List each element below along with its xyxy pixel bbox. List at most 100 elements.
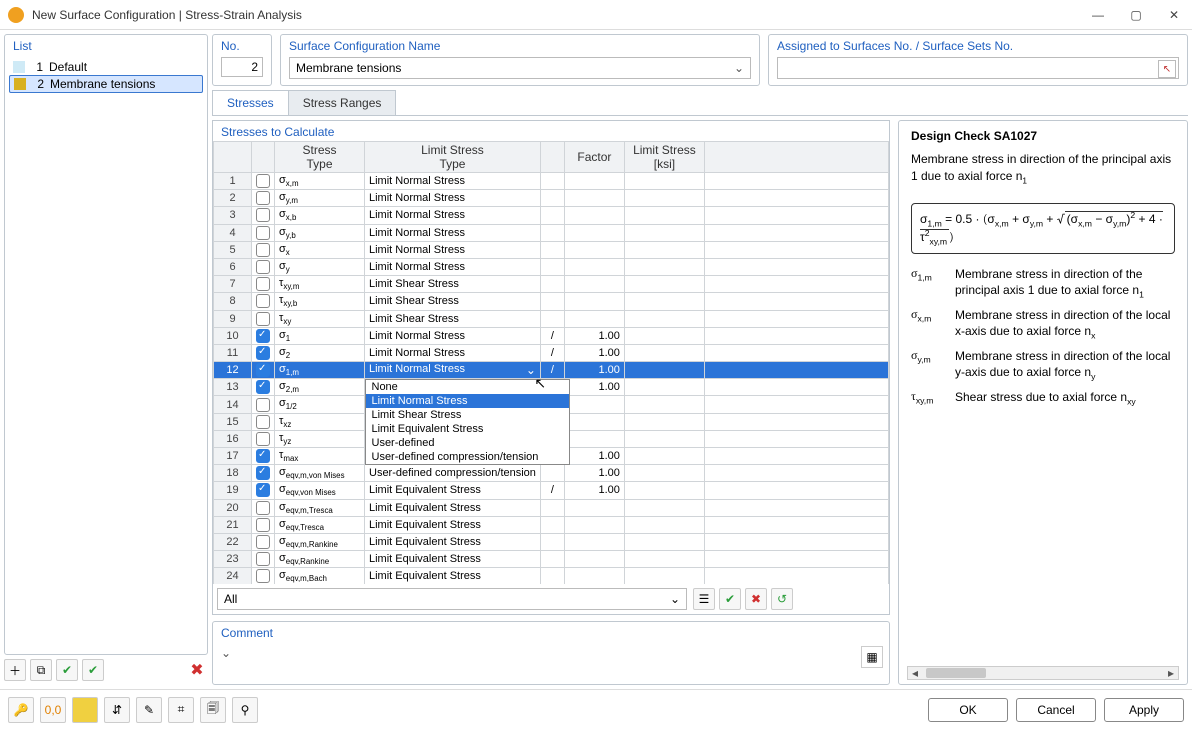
ksi-cell[interactable] bbox=[624, 551, 704, 568]
limit-stress-type-cell[interactable]: Limit Equivalent Stress bbox=[365, 499, 541, 516]
name-combo[interactable]: Membrane tensions ⌄ bbox=[289, 57, 751, 79]
row-checkbox[interactable] bbox=[256, 483, 270, 497]
ksi-cell[interactable] bbox=[624, 310, 704, 327]
table-row[interactable]: 11 σ2 Limit Normal Stress / 1.00 bbox=[214, 344, 889, 361]
ksi-cell[interactable] bbox=[624, 448, 704, 465]
table-row[interactable]: 7 τxy,m Limit Shear Stress bbox=[214, 276, 889, 293]
row-checkbox[interactable] bbox=[256, 449, 270, 463]
limit-stress-type-cell[interactable]: Limit Equivalent Stress bbox=[365, 551, 541, 568]
table-row[interactable]: 8 τxy,b Limit Shear Stress bbox=[214, 293, 889, 310]
row-checkbox[interactable] bbox=[256, 501, 270, 515]
check-all-button[interactable]: ✔ bbox=[719, 588, 741, 610]
table-row[interactable]: 22 σeqv,m,Rankine Limit Equivalent Stres… bbox=[214, 533, 889, 550]
ok-button[interactable]: OK bbox=[928, 698, 1008, 722]
limit-stress-type-cell[interactable]: Limit Shear Stress bbox=[365, 310, 541, 327]
select-columns-button[interactable]: ☰ bbox=[693, 588, 715, 610]
factor-cell[interactable] bbox=[564, 207, 624, 224]
table-row[interactable]: 2 σy,m Limit Normal Stress bbox=[214, 190, 889, 207]
dropdown-option[interactable]: Limit Normal Stress bbox=[366, 394, 570, 408]
table-row[interactable]: 10 σ1 Limit Normal Stress / 1.00 bbox=[214, 327, 889, 344]
dropdown-option[interactable]: User-defined compression/tension bbox=[366, 450, 570, 464]
check-green-button[interactable]: ✔ bbox=[56, 659, 78, 681]
help-button[interactable]: 🔑 bbox=[8, 697, 34, 723]
limit-stress-type-cell[interactable]: User-defined compression/tension bbox=[365, 465, 541, 482]
factor-cell[interactable] bbox=[564, 551, 624, 568]
table-row[interactable]: 21 σeqv,Tresca Limit Equivalent Stress bbox=[214, 516, 889, 533]
table-row[interactable]: 18 σeqv,m,von Mises User-defined compres… bbox=[214, 465, 889, 482]
horizontal-scrollbar[interactable]: ◂ ▸ bbox=[907, 666, 1179, 680]
tool-b-button[interactable]: ✎ bbox=[136, 697, 162, 723]
limit-stress-type-cell[interactable]: Limit Normal Stress bbox=[365, 327, 541, 344]
comment-input[interactable]: ⌄ bbox=[221, 646, 853, 668]
dropdown-option[interactable]: User-defined bbox=[366, 436, 570, 450]
factor-cell[interactable] bbox=[564, 310, 624, 327]
table-row[interactable]: 24 σeqv,m,Bach Limit Equivalent Stress bbox=[214, 568, 889, 584]
tab-stress-ranges[interactable]: Stress Ranges bbox=[288, 90, 397, 115]
ksi-cell[interactable] bbox=[624, 379, 704, 396]
limit-stress-type-cell[interactable]: Limit Normal Stress bbox=[365, 173, 541, 190]
table-row[interactable]: 4 σy,b Limit Normal Stress bbox=[214, 224, 889, 241]
factor-cell[interactable] bbox=[564, 258, 624, 275]
row-checkbox[interactable] bbox=[256, 312, 270, 326]
table-row[interactable]: 1 σx,m Limit Normal Stress bbox=[214, 173, 889, 190]
limit-stress-type-cell[interactable]: Limit Equivalent Stress bbox=[365, 482, 541, 499]
color-button[interactable] bbox=[72, 697, 98, 723]
factor-cell[interactable]: 1.00 bbox=[564, 362, 624, 379]
list-item[interactable]: 1 Default bbox=[9, 59, 203, 75]
ksi-cell[interactable] bbox=[624, 207, 704, 224]
limit-stress-type-cell[interactable]: Limit Shear Stress bbox=[365, 293, 541, 310]
tool-c-button[interactable]: ⌗ bbox=[168, 697, 194, 723]
row-checkbox[interactable] bbox=[256, 535, 270, 549]
ksi-cell[interactable] bbox=[624, 258, 704, 275]
factor-cell[interactable] bbox=[564, 413, 624, 430]
factor-cell[interactable]: 1.00 bbox=[564, 448, 624, 465]
limit-stress-type-cell[interactable]: Limit Normal Stress bbox=[365, 258, 541, 275]
limit-stress-type-cell[interactable]: Limit Shear Stress bbox=[365, 276, 541, 293]
ksi-cell[interactable] bbox=[624, 173, 704, 190]
dropdown-option[interactable]: Limit Shear Stress bbox=[366, 408, 570, 422]
ksi-cell[interactable] bbox=[624, 190, 704, 207]
table-row[interactable]: 3 σx,b Limit Normal Stress bbox=[214, 207, 889, 224]
units-button[interactable]: 0,0 bbox=[40, 697, 66, 723]
row-checkbox[interactable] bbox=[256, 260, 270, 274]
row-checkbox[interactable] bbox=[256, 243, 270, 257]
ksi-cell[interactable] bbox=[624, 413, 704, 430]
ksi-cell[interactable] bbox=[624, 327, 704, 344]
apply-button[interactable]: Apply bbox=[1104, 698, 1184, 722]
limit-stress-type-cell[interactable]: Limit Normal Stress bbox=[365, 224, 541, 241]
row-checkbox[interactable] bbox=[256, 518, 270, 532]
factor-cell[interactable] bbox=[564, 190, 624, 207]
pick-surfaces-icon[interactable]: ↖ bbox=[1158, 60, 1176, 78]
limit-type-dropdown[interactable]: NoneLimit Normal StressLimit Shear Stres… bbox=[365, 379, 571, 465]
ksi-cell[interactable] bbox=[624, 241, 704, 258]
ksi-cell[interactable] bbox=[624, 482, 704, 499]
factor-cell[interactable] bbox=[564, 241, 624, 258]
limit-stress-type-cell[interactable]: Limit Equivalent Stress bbox=[365, 533, 541, 550]
dropdown-option[interactable]: None bbox=[366, 380, 570, 394]
limit-stress-type-cell[interactable]: Limit Equivalent Stress bbox=[365, 516, 541, 533]
assign-input[interactable]: ↖ bbox=[777, 57, 1179, 79]
maximize-button[interactable]: ▢ bbox=[1126, 5, 1146, 25]
scroll-right-icon[interactable]: ▸ bbox=[1164, 666, 1178, 680]
limit-stress-type-cell[interactable]: Limit Normal Stress bbox=[365, 241, 541, 258]
ksi-cell[interactable] bbox=[624, 568, 704, 584]
ksi-cell[interactable] bbox=[624, 224, 704, 241]
minimize-button[interactable]: — bbox=[1088, 5, 1108, 25]
factor-cell[interactable] bbox=[564, 516, 624, 533]
ksi-cell[interactable] bbox=[624, 516, 704, 533]
factor-cell[interactable] bbox=[564, 430, 624, 447]
ksi-cell[interactable] bbox=[624, 362, 704, 379]
copy-item-button[interactable]: ⧉ bbox=[30, 659, 52, 681]
table-row[interactable]: 9 τxy Limit Shear Stress bbox=[214, 310, 889, 327]
row-checkbox[interactable] bbox=[256, 380, 270, 394]
row-checkbox[interactable] bbox=[256, 208, 270, 222]
no-input[interactable] bbox=[221, 57, 263, 77]
row-checkbox[interactable] bbox=[256, 294, 270, 308]
limit-stress-type-cell[interactable]: Limit Normal Stress bbox=[365, 344, 541, 361]
ksi-cell[interactable] bbox=[624, 344, 704, 361]
row-checkbox[interactable] bbox=[256, 569, 270, 583]
limit-stress-type-cell[interactable]: Limit Normal Stress ⌄ bbox=[365, 362, 541, 379]
limit-stress-type-cell[interactable]: Limit Normal Stress bbox=[365, 207, 541, 224]
row-checkbox[interactable] bbox=[256, 363, 270, 377]
ksi-cell[interactable] bbox=[624, 430, 704, 447]
